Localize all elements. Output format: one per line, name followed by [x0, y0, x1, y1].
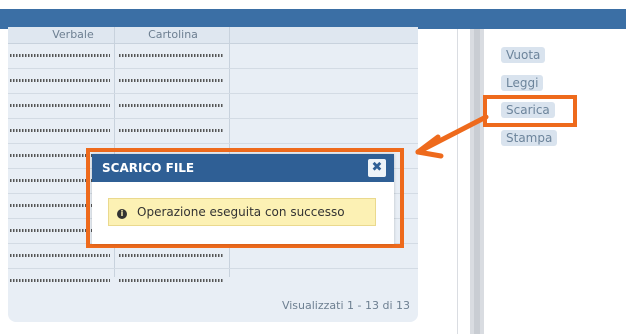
info-icon: i	[117, 209, 127, 219]
dialog-title: SCARICO FILE ✖	[92, 154, 394, 182]
dialog-title-text: SCARICO FILE	[102, 161, 195, 175]
success-message: i Operazione eseguita con successo	[108, 198, 376, 226]
scarico-file-dialog: SCARICO FILE ✖ i Operazione eseguita con …	[92, 154, 394, 244]
close-icon[interactable]: ✖	[368, 159, 386, 177]
success-message-text: Operazione eseguita con successo	[137, 205, 345, 219]
